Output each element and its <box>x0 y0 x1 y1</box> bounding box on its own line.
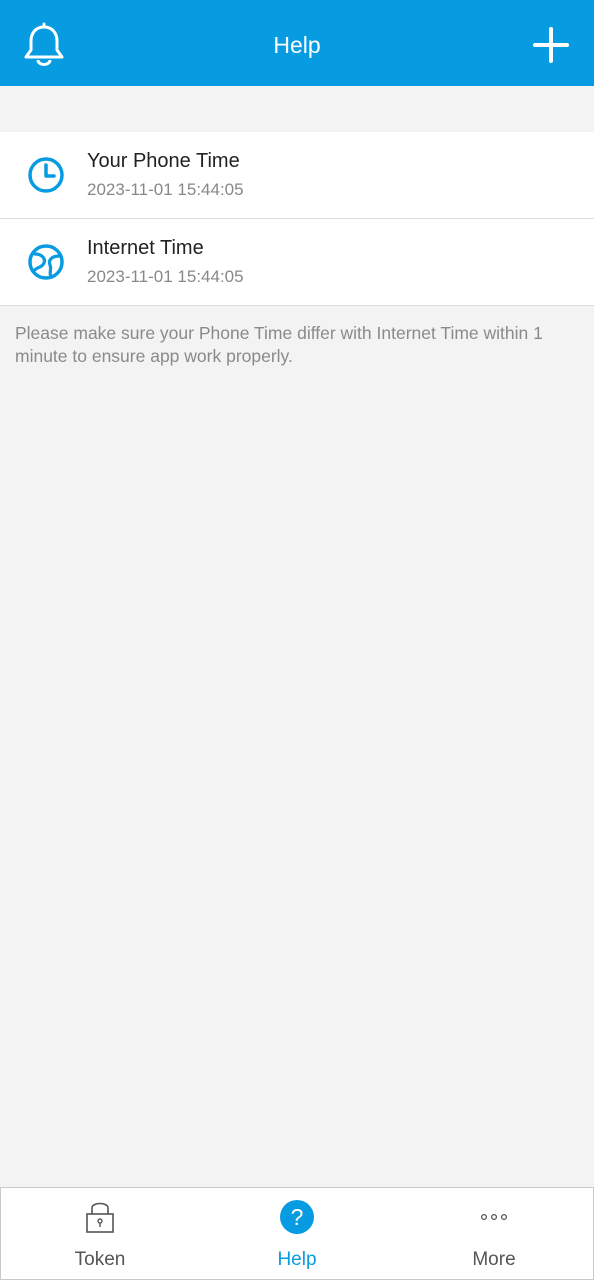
tab-token-label: Token <box>74 1249 126 1270</box>
app-header: Help <box>0 0 594 86</box>
phone-time-label: Your Phone Time <box>87 150 240 172</box>
bottom-tab-bar: Token ? Help More <box>0 1187 594 1280</box>
clock-icon <box>28 157 64 193</box>
plus-icon[interactable] <box>532 26 570 64</box>
internet-time-value: 2023-11-01 15:44:05 <box>87 267 244 286</box>
help-icon: ? <box>280 1200 314 1234</box>
svg-text:?: ? <box>291 1204 304 1230</box>
more-icon <box>480 1213 508 1221</box>
phone-time-value: 2023-11-01 15:44:05 <box>87 180 244 199</box>
tab-token[interactable]: Token <box>1 1188 199 1279</box>
internet-time-row: Internet Time 2023-11-01 15:44:05 <box>0 219 594 306</box>
phone-time-row: Your Phone Time 2023-11-01 15:44:05 <box>0 132 594 219</box>
tab-more[interactable]: More <box>395 1188 593 1279</box>
internet-time-label: Internet Time <box>87 237 204 259</box>
time-list: Your Phone Time 2023-11-01 15:44:05 Inte… <box>0 132 594 306</box>
tab-help[interactable]: ? Help <box>198 1188 396 1279</box>
globe-icon <box>28 244 64 280</box>
tab-more-label: More <box>472 1249 516 1270</box>
page-title: Help <box>273 32 321 58</box>
lock-icon <box>86 1202 114 1233</box>
time-sync-note: Please make sure your Phone Time differ … <box>15 323 543 366</box>
tab-help-label: Help <box>277 1249 317 1270</box>
